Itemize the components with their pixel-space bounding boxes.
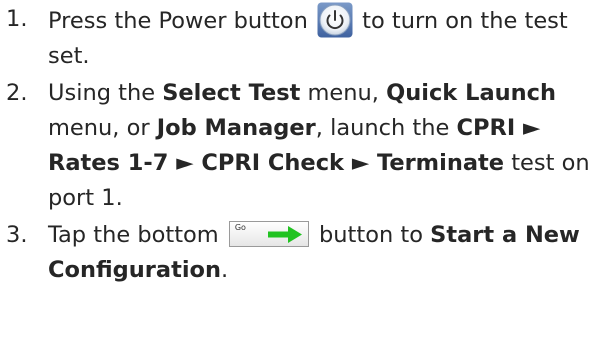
step-text: Tap the bottom xyxy=(48,222,219,248)
step-text: Using the xyxy=(48,80,163,106)
step-3: 3. Tap the bottom Go button to Start a N… xyxy=(0,218,608,288)
right-arrow-icon xyxy=(267,226,302,243)
go-button-label: Go xyxy=(234,223,246,232)
go-button-image: Go xyxy=(228,221,309,247)
step-1: 1. Press the Power button to turn on the… xyxy=(0,2,608,74)
step-text: Press the Power button xyxy=(48,8,308,34)
step-number: 1. xyxy=(6,6,28,32)
step-number: 2. xyxy=(6,80,28,106)
step-text: menu, xyxy=(300,80,387,106)
job-manager-label: Job Manager xyxy=(156,115,316,141)
step-text: menu, or xyxy=(48,115,157,141)
select-test-menu-label: Select Test xyxy=(162,80,301,106)
step-text: button to xyxy=(319,222,431,248)
instruction-list: 1. Press the Power button to turn on the… xyxy=(0,2,616,288)
quick-launch-menu-label: Quick Launch xyxy=(386,80,557,106)
step-number: 3. xyxy=(6,222,28,248)
step-text: , launch the xyxy=(315,115,457,141)
power-button-icon xyxy=(317,2,353,38)
step-text: . xyxy=(221,257,229,283)
step-2: 2. Using the Select Test menu, Quick Lau… xyxy=(0,76,608,216)
